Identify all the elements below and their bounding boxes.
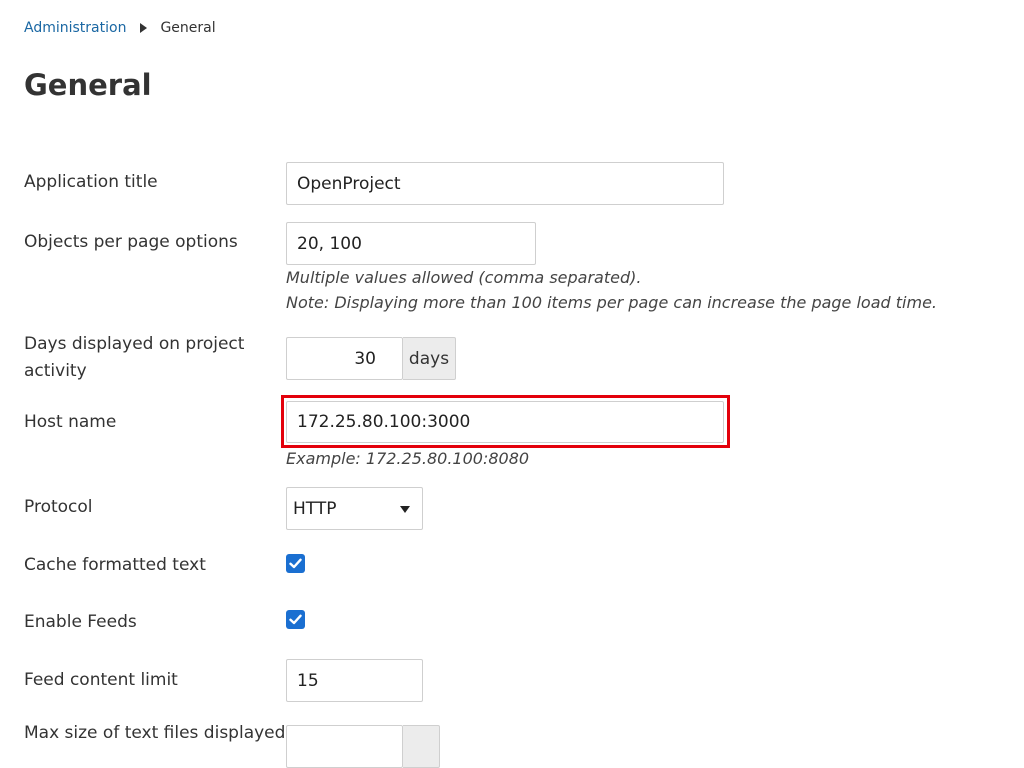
- check-icon: [289, 558, 302, 569]
- max-text-size-unit: [403, 725, 440, 768]
- host-name-hint: Example: 172.25.80.100:8080: [286, 449, 530, 468]
- breadcrumb-current: General: [160, 20, 216, 36]
- max-text-size-input[interactable]: [286, 725, 403, 768]
- breadcrumb-separator-icon: [140, 23, 148, 33]
- host-name-label: Host name: [24, 412, 117, 432]
- protocol-label: Protocol: [24, 497, 93, 517]
- objects-per-page-input[interactable]: 20, 100: [286, 222, 536, 265]
- objects-per-page-note: Note: Displaying more than 100 items per…: [286, 293, 937, 312]
- protocol-selected-value: HTTP: [293, 498, 337, 519]
- max-text-size-label: Max size of text files displayed: [24, 723, 286, 743]
- feed-limit-label: Feed content limit: [24, 670, 178, 690]
- check-icon: [289, 614, 302, 625]
- chevron-down-icon: [400, 506, 410, 513]
- feed-limit-input[interactable]: 15: [286, 659, 423, 702]
- breadcrumb-administration-link[interactable]: Administration: [24, 20, 126, 36]
- admin-general-page: Administration General General Applicati…: [0, 0, 1024, 768]
- objects-per-page-hint: Multiple values allowed (comma separated…: [286, 268, 642, 287]
- objects-per-page-label: Objects per page options: [24, 232, 238, 252]
- enable-feeds-label: Enable Feeds: [24, 612, 137, 632]
- cache-text-checkbox[interactable]: [286, 554, 305, 573]
- activity-days-label: Days displayed on project activity: [24, 334, 245, 381]
- page-title: General: [24, 68, 152, 102]
- breadcrumb: Administration General: [24, 20, 216, 36]
- activity-days-unit: days: [403, 337, 456, 380]
- cache-text-label: Cache formatted text: [24, 555, 206, 575]
- enable-feeds-checkbox[interactable]: [286, 610, 305, 629]
- app-title-label: Application title: [24, 172, 158, 192]
- activity-days-input[interactable]: 30: [286, 337, 403, 380]
- host-name-input[interactable]: 172.25.80.100:3000: [286, 401, 724, 443]
- protocol-select[interactable]: HTTP: [286, 487, 423, 530]
- app-title-input[interactable]: OpenProject: [286, 162, 724, 205]
